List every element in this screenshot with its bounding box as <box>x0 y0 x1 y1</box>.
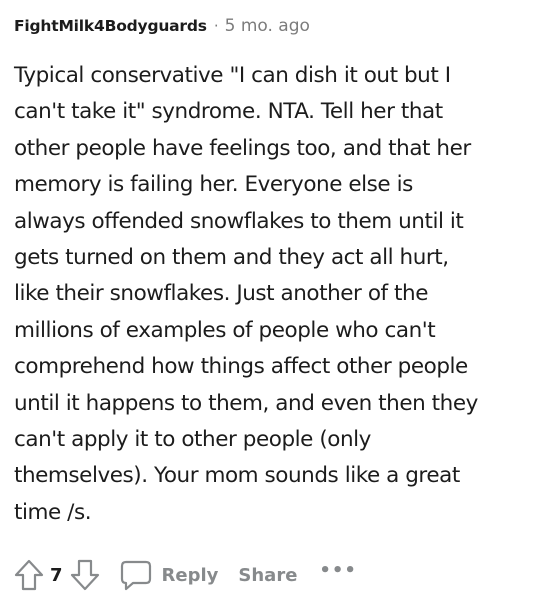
meta-separator: · <box>213 17 219 35</box>
comment-line: other people have feelings too, and that… <box>14 135 471 161</box>
comment-line: Typical conservative "I can dish it out … <box>14 63 451 88</box>
comment-line: gets turned on them and they act all hur… <box>14 245 449 271</box>
share-button[interactable]: Share <box>238 565 297 586</box>
comment-line: can't take it" syndrome. NTA. Tell her t… <box>14 99 443 125</box>
more-options-button[interactable]: ••• <box>319 560 357 581</box>
reply-label: Reply <box>161 564 219 586</box>
comment-bubble-icon <box>120 560 151 591</box>
username-link[interactable]: FightMilk4Bodyguards <box>14 17 207 35</box>
downvote-button[interactable] <box>70 559 100 591</box>
arrow-up-icon <box>14 559 44 591</box>
comment-timestamp[interactable]: 5 mo. ago <box>225 16 310 36</box>
reply-button[interactable]: Reply <box>120 559 219 591</box>
comment-line: comprehend how things affect other peopl… <box>14 354 468 380</box>
comment-line: until it happens to them, and even then … <box>14 390 478 416</box>
comment-line: themselves). Your mom sounds like a grea… <box>14 463 460 489</box>
comment-line: can't apply it to other people (only <box>14 427 371 453</box>
comment-actions: 7 Reply Share ••• <box>14 556 357 594</box>
comment-line: always offended snowflakes to them until… <box>14 208 464 234</box>
arrow-down-icon <box>70 559 99 591</box>
comment-line: time /s. <box>14 499 92 525</box>
upvote-button[interactable] <box>14 559 44 591</box>
comment-meta: FightMilk4Bodyguards · 5 mo. ago <box>14 14 310 38</box>
comment-line: memory is failing her. Everyone else is <box>14 172 413 198</box>
comment-line: millions of examples of people who can't <box>14 317 436 343</box>
comment-line: like their snowflakes. Just another of t… <box>14 281 428 307</box>
comment-body: Typical conservative "I can dish it out … <box>14 58 529 531</box>
vote-count: 7 <box>50 564 63 586</box>
